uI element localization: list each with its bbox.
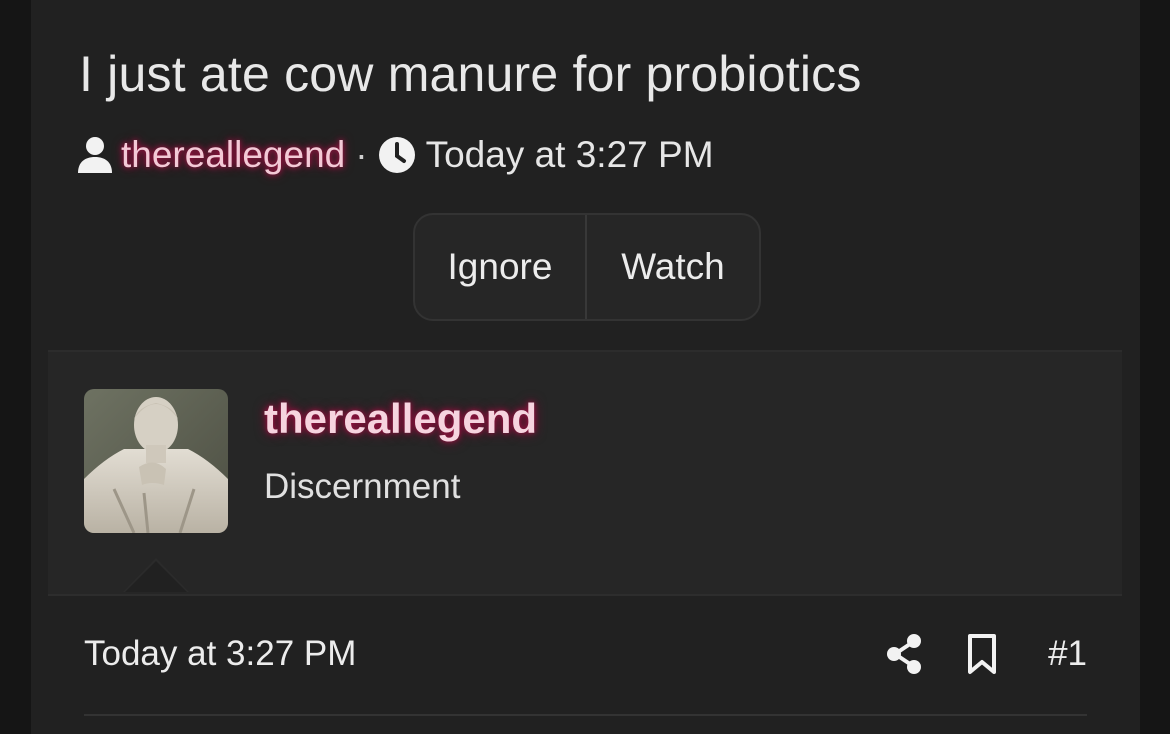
bookmark-icon[interactable] — [966, 632, 998, 676]
thread-author-link[interactable]: thereallegend — [121, 134, 345, 176]
post-divider — [84, 714, 1087, 716]
share-icon[interactable] — [884, 632, 924, 676]
avatar[interactable] — [84, 389, 228, 533]
watch-button[interactable]: Watch — [587, 215, 759, 319]
clock-icon — [378, 136, 416, 174]
thread-page: I just ate cow manure for probiotics the… — [31, 0, 1140, 734]
user-icon — [77, 136, 113, 174]
post-date[interactable]: Today at 3:27 PM — [84, 634, 356, 674]
post-number-link[interactable]: #1 — [1048, 634, 1087, 674]
post-pointer-arrow — [123, 558, 189, 592]
meta-separator: · — [355, 134, 368, 175]
thread-action-group: Ignore Watch — [413, 213, 761, 321]
post-footer: Today at 3:27 PM #1 — [84, 628, 1087, 680]
thread-timestamp[interactable]: Today at 3:27 PM — [426, 134, 714, 176]
thread-title: I just ate cow manure for probiotics — [79, 46, 862, 102]
user-title: Discernment — [264, 467, 461, 506]
ignore-button[interactable]: Ignore — [415, 215, 587, 319]
post-username[interactable]: thereallegend — [264, 395, 537, 443]
post-user-block: thereallegend Discernment — [48, 350, 1122, 596]
thread-meta: thereallegend · Today at 3:27 PM — [77, 133, 714, 177]
